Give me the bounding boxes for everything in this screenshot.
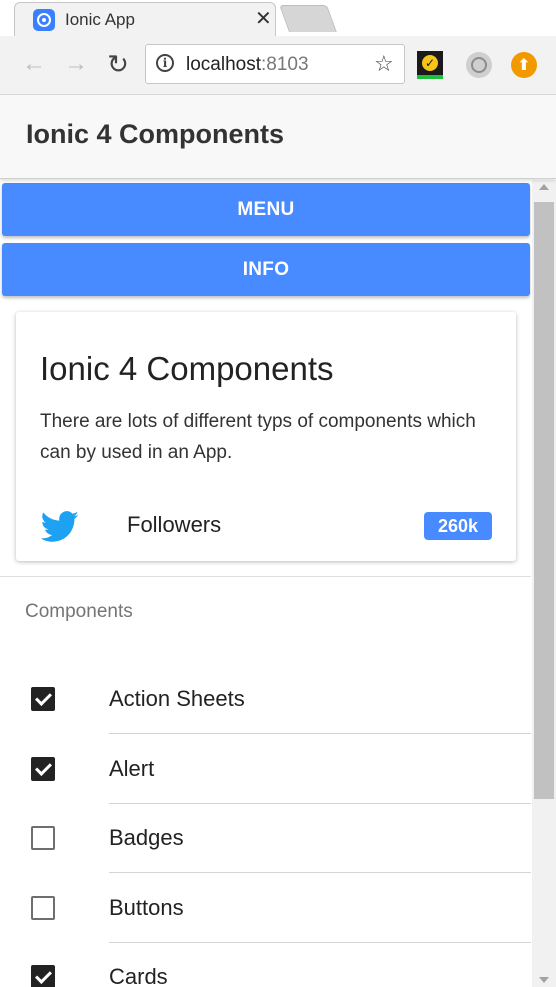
item-label: Buttons: [109, 895, 184, 920]
twitter-icon: [40, 511, 79, 542]
list-item[interactable]: Alert: [0, 737, 531, 807]
scrollbar[interactable]: [532, 180, 556, 987]
item-divider: [109, 803, 531, 804]
list-item[interactable]: Buttons: [0, 876, 531, 946]
followers-badge: 260k: [424, 512, 492, 540]
ionic-favicon-icon: [33, 9, 55, 31]
page-title: Ionic 4 Components: [26, 119, 285, 149]
browser-tabstrip: Ionic App ✕: [0, 0, 556, 36]
address-bar[interactable]: i localhost:8103 ☆: [145, 44, 405, 84]
forward-arrow-icon[interactable]: →: [62, 50, 90, 78]
url-text: localhost:8103: [186, 54, 309, 76]
upload-extension-icon[interactable]: ⬆: [511, 52, 537, 78]
followers-label: Followers: [127, 512, 222, 537]
item-divider: [109, 733, 531, 734]
list-header: Components: [25, 601, 133, 622]
item-label: Cards: [109, 964, 168, 987]
close-icon[interactable]: ✕: [255, 7, 272, 31]
reload-icon[interactable]: ↻: [104, 49, 132, 79]
card-title: Ionic 4 Components: [40, 350, 334, 387]
url-host: localhost: [186, 54, 261, 75]
item-divider: [109, 942, 531, 943]
item-label: Action Sheets: [109, 686, 245, 711]
menu-button[interactable]: MENU: [2, 183, 530, 236]
checkmark-extension-icon[interactable]: ✓: [417, 51, 443, 79]
checkbox[interactable]: [31, 757, 55, 781]
list-item[interactable]: Action Sheets: [0, 667, 531, 737]
content-area: MENU INFO Ionic 4 Components There are l…: [0, 180, 531, 987]
url-port: :8103: [261, 54, 309, 75]
back-arrow-icon[interactable]: ←: [20, 50, 48, 78]
info-icon[interactable]: i: [156, 54, 174, 72]
item-label: Badges: [109, 825, 184, 850]
info-button[interactable]: INFO: [2, 243, 530, 296]
tab-title: Ionic App: [65, 10, 135, 29]
new-tab-button[interactable]: [279, 5, 337, 32]
star-icon[interactable]: ☆: [374, 51, 394, 77]
circle-extension-icon[interactable]: [466, 52, 492, 78]
scroll-up-arrow-icon[interactable]: [539, 184, 549, 190]
browser-toolbar: ← → ↻ i localhost:8103 ☆ ✓ ⬆: [0, 36, 556, 95]
checkbox[interactable]: [31, 826, 55, 850]
info-card: Ionic 4 Components There are lots of dif…: [16, 312, 516, 561]
card-text: There are lots of different typs of comp…: [40, 411, 476, 463]
section-divider: [0, 576, 531, 577]
item-label: Alert: [109, 756, 155, 781]
browser-tab[interactable]: Ionic App ✕: [14, 2, 276, 36]
scrollbar-thumb[interactable]: [534, 202, 554, 799]
checkbox[interactable]: [31, 965, 55, 987]
item-divider: [109, 872, 531, 873]
checkbox[interactable]: [31, 687, 55, 711]
app-header: Ionic 4 Components: [0, 95, 556, 179]
list-item[interactable]: Badges: [0, 806, 531, 876]
list-item[interactable]: Cards: [0, 945, 531, 987]
scroll-down-arrow-icon[interactable]: [539, 977, 549, 983]
checkbox[interactable]: [31, 896, 55, 920]
